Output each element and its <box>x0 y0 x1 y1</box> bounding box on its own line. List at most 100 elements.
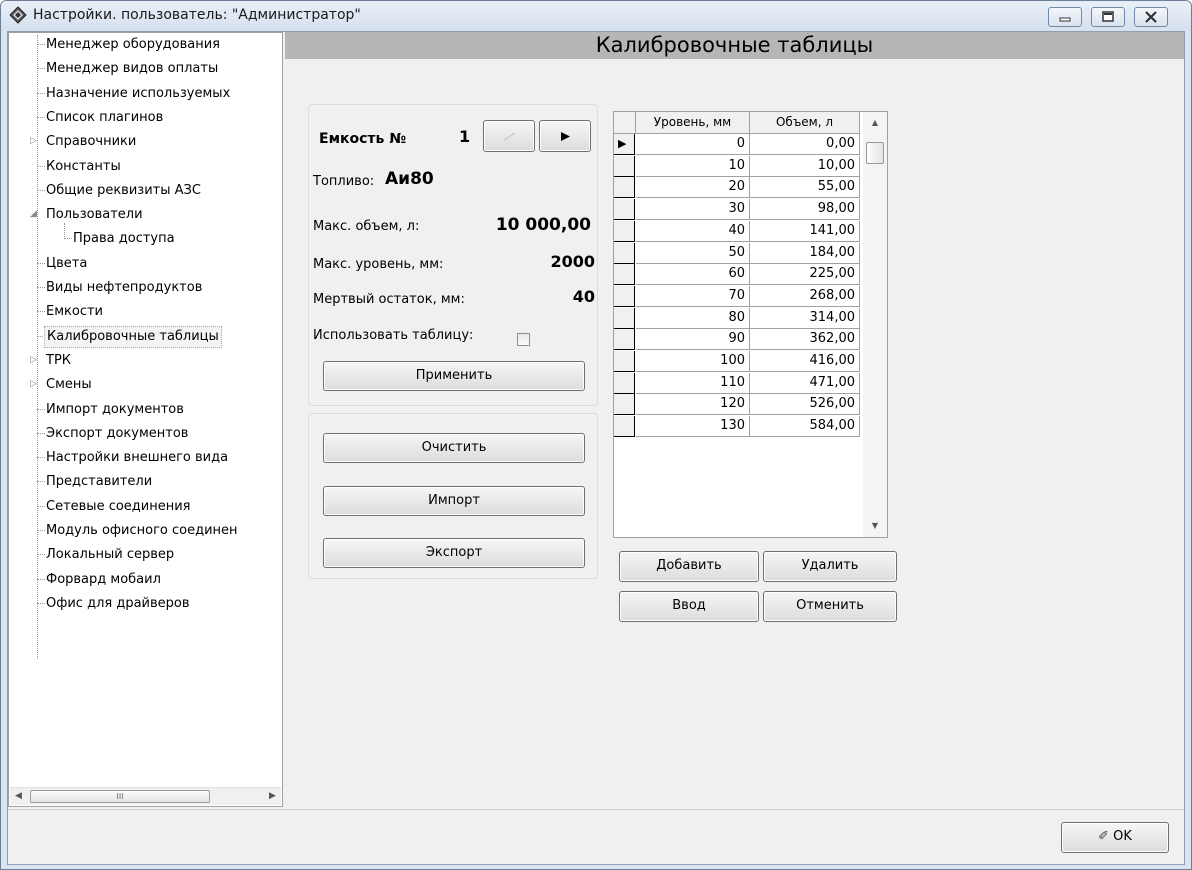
scroll-up-arrow-icon[interactable]: ▲ <box>863 114 887 132</box>
cell-volume[interactable]: 184,00 <box>750 242 860 264</box>
tree-item[interactable]: Офис для драйверов <box>9 592 282 615</box>
cell-volume[interactable]: 362,00 <box>750 329 860 351</box>
calibration-grid[interactable]: Уровень, мм Объем, л ▶ 0 0,00 10 10,00 20 55,0… <box>613 111 888 538</box>
row-indicator[interactable] <box>614 220 635 242</box>
cell-volume[interactable]: 526,00 <box>750 394 860 416</box>
clear-button[interactable]: Очистить <box>323 433 585 463</box>
table-row[interactable]: 110 471,00 <box>614 372 860 394</box>
maximize-button[interactable] <box>1091 7 1125 27</box>
tree-item[interactable]: Константы <box>9 155 282 178</box>
cell-level[interactable]: 130 <box>636 416 750 438</box>
export-button[interactable]: Экспорт <box>323 538 585 568</box>
minimize-button[interactable] <box>1048 7 1082 27</box>
cell-volume[interactable]: 55,00 <box>750 177 860 199</box>
row-indicator[interactable] <box>614 177 635 199</box>
cell-volume[interactable]: 471,00 <box>750 372 860 394</box>
cell-level[interactable]: 110 <box>636 372 750 394</box>
tree-item[interactable]: ▷ Справочники <box>9 130 282 153</box>
title-bar[interactable]: Настройки. пользователь: "Администратор" <box>1 1 1191 31</box>
tree-item[interactable]: ▷ Смены <box>9 373 282 396</box>
tree-item[interactable]: Назначение используемых <box>9 82 282 105</box>
enter-button[interactable]: Ввод <box>619 591 759 622</box>
tree-item[interactable]: Менеджер оборудования <box>9 33 282 56</box>
row-indicator[interactable] <box>614 351 635 372</box>
tree-item[interactable]: Калибровочные таблицы <box>9 325 282 348</box>
expand-arrow-icon[interactable]: ▷ <box>30 349 37 372</box>
tree-item[interactable]: Настройки внешнего вида <box>9 446 282 469</box>
cell-level[interactable]: 90 <box>636 329 750 351</box>
row-indicator[interactable] <box>614 329 635 351</box>
cell-volume[interactable]: 0,00 <box>750 134 860 155</box>
cell-level[interactable]: 100 <box>636 351 750 372</box>
tree-horizontal-scrollbar[interactable]: ◀ III ▶ <box>10 787 281 805</box>
cell-level[interactable]: 80 <box>636 307 750 329</box>
row-indicator[interactable] <box>614 264 635 286</box>
delete-row-button[interactable]: Удалить <box>763 551 897 582</box>
cell-level[interactable]: 30 <box>636 199 750 221</box>
prev-tank-button[interactable] <box>483 120 535 152</box>
table-row[interactable]: 10 10,00 <box>614 155 860 177</box>
tree-item[interactable]: Виды нефтепродуктов <box>9 276 282 299</box>
cell-level[interactable]: 10 <box>636 155 750 177</box>
cell-level[interactable]: 70 <box>636 285 750 307</box>
cell-level[interactable]: 20 <box>636 177 750 199</box>
table-row[interactable]: 60 225,00 <box>614 264 860 286</box>
tree-item[interactable]: Экспорт документов <box>9 422 282 445</box>
column-header-level[interactable]: Уровень, мм <box>636 112 750 134</box>
row-indicator[interactable] <box>614 394 635 416</box>
table-row[interactable]: 80 314,00 <box>614 307 860 329</box>
cell-volume[interactable]: 10,00 <box>750 155 860 177</box>
tree-item[interactable]: Форвард мобаил <box>9 568 282 591</box>
close-button[interactable] <box>1134 7 1168 27</box>
scroll-down-arrow-icon[interactable]: ▼ <box>863 517 887 535</box>
use-table-checkbox[interactable] <box>517 333 530 346</box>
cell-volume[interactable]: 141,00 <box>750 220 860 242</box>
cell-volume[interactable]: 225,00 <box>750 264 860 286</box>
row-indicator[interactable]: ▶ <box>614 134 635 155</box>
table-row[interactable]: 20 55,00 <box>614 177 860 199</box>
table-row[interactable]: 120 526,00 <box>614 394 860 416</box>
settings-tree[interactable]: Менеджер оборудования Менеджер видов опла… <box>8 32 283 807</box>
tree-item[interactable]: ◢ Пользователи <box>9 203 282 226</box>
tree-item[interactable]: Сетевые соединения <box>9 495 282 518</box>
tree-item[interactable]: Цвета <box>9 252 282 275</box>
apply-button[interactable]: Применить <box>323 361 585 391</box>
grid-vertical-scrollbar[interactable]: ▲ ▼ <box>863 112 887 537</box>
cell-level[interactable]: 120 <box>636 394 750 416</box>
tree-item[interactable]: Импорт документов <box>9 398 282 421</box>
cell-volume[interactable]: 98,00 <box>750 199 860 221</box>
cell-level[interactable]: 50 <box>636 242 750 264</box>
table-row[interactable]: 70 268,00 <box>614 285 860 307</box>
scroll-right-arrow-icon[interactable]: ▶ <box>264 788 281 805</box>
row-indicator[interactable] <box>614 372 635 394</box>
row-indicator[interactable] <box>614 155 635 177</box>
cell-level[interactable]: 0 <box>636 134 750 155</box>
expand-arrow-icon[interactable]: ▷ <box>30 130 37 153</box>
table-row[interactable]: 130 584,00 <box>614 416 860 438</box>
table-row[interactable]: 50 184,00 <box>614 242 860 264</box>
expand-arrow-icon[interactable]: ▷ <box>30 373 37 396</box>
row-indicator[interactable] <box>614 242 635 264</box>
row-indicator[interactable] <box>614 416 635 438</box>
tree-item[interactable]: Список плагинов <box>9 106 282 129</box>
cell-level[interactable]: 40 <box>636 220 750 242</box>
tree-item[interactable]: Представители <box>9 470 282 493</box>
tree-item[interactable]: Права доступа <box>9 227 282 250</box>
cell-volume[interactable]: 268,00 <box>750 285 860 307</box>
cell-level[interactable]: 60 <box>636 264 750 286</box>
table-row[interactable]: 90 362,00 <box>614 329 860 351</box>
row-indicator[interactable] <box>614 199 635 221</box>
add-row-button[interactable]: Добавить <box>619 551 759 582</box>
next-tank-button[interactable] <box>539 120 591 152</box>
tree-item[interactable]: Менеджер видов оплаты <box>9 57 282 80</box>
tree-item[interactable]: Модуль офисного соединен <box>9 519 282 542</box>
cancel-button[interactable]: Отменить <box>763 591 897 622</box>
cell-volume[interactable]: 584,00 <box>750 416 860 438</box>
collapse-arrow-icon[interactable]: ◢ <box>30 203 37 226</box>
table-row[interactable]: 30 98,00 <box>614 199 860 221</box>
cell-volume[interactable]: 314,00 <box>750 307 860 329</box>
row-indicator[interactable] <box>614 285 635 307</box>
table-row[interactable]: 100 416,00 <box>614 351 860 372</box>
grid-scroll-thumb[interactable] <box>866 142 884 164</box>
column-header-volume[interactable]: Объем, л <box>750 112 860 134</box>
